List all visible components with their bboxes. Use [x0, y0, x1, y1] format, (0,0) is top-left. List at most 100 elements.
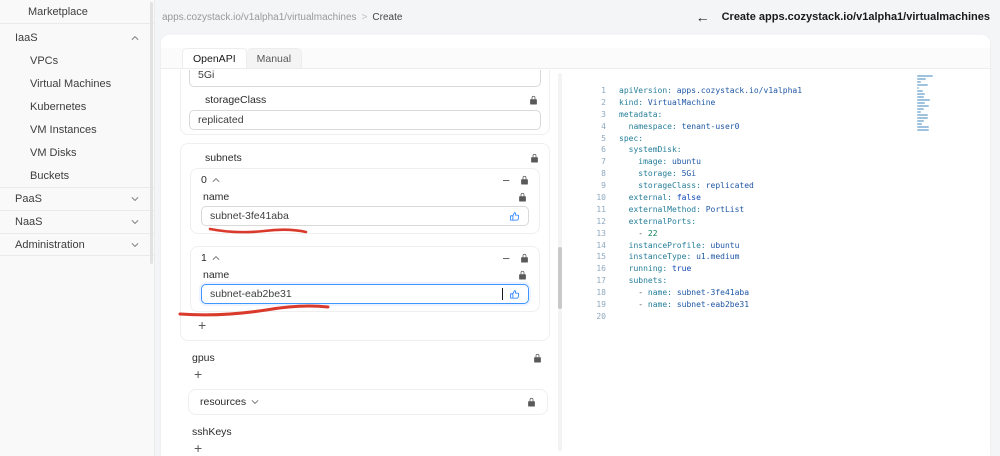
resources-collapse[interactable]: resources	[188, 389, 548, 415]
topbar: apps.cozystack.io/v1alpha1/virtualmachin…	[155, 0, 1000, 34]
sidebar-item-vm-disks[interactable]: VM Disks	[0, 141, 154, 164]
minimap-line	[917, 87, 919, 89]
name-field-row: name	[201, 268, 529, 281]
sidebar-scrollbar[interactable]	[150, 2, 153, 264]
subnet-item-index[interactable]: 1	[201, 252, 220, 264]
yaml-editor[interactable]: 1 apiVersion: apps.cozystack.io/v1alpha1 2…	[574, 71, 982, 455]
sidebar: Marketplace IaaS VPCs Virtual Machines Kuber…	[0, 0, 155, 456]
code-text: storageClass: replicated	[638, 181, 754, 191]
line-number: 10	[596, 193, 606, 203]
line-number: 19	[596, 300, 606, 310]
remove-item-button[interactable]: −	[502, 174, 510, 187]
minimap-line	[917, 78, 926, 80]
line-number: 1	[601, 86, 606, 95]
breadcrumb-current: Create	[372, 11, 403, 23]
code-text: running: true	[628, 264, 692, 274]
sidebar-item-kubernetes[interactable]: Kubernetes	[0, 95, 154, 118]
minimap-line	[917, 90, 923, 92]
form-scrollbar-thumb[interactable]	[558, 247, 562, 309]
minimap-line	[917, 81, 921, 83]
minimap-line	[917, 129, 929, 131]
sidebar-item-vpcs[interactable]: VPCs	[0, 49, 154, 72]
sshkeys-header: sshKeys	[188, 425, 544, 439]
add-gpu-button[interactable]: +	[194, 367, 208, 381]
sshkeys-label: sshKeys	[192, 426, 232, 438]
subnet-item-header: 1−	[201, 252, 529, 265]
line-number: 3	[601, 109, 606, 119]
line-number: 20	[596, 311, 606, 321]
sidebar-item-marketplace[interactable]: Marketplace	[0, 0, 154, 24]
code-line: 20	[586, 311, 982, 323]
input-value: 5Gi	[198, 70, 215, 81]
chevron-down-icon	[251, 398, 259, 406]
code-text: apiVersion: apps.cozystack.io/v1alpha1	[619, 86, 803, 95]
sidebar-item-naas[interactable]: NaaS	[0, 210, 154, 233]
storage-class-input[interactable]: replicated	[189, 110, 541, 130]
minimap-line	[917, 96, 924, 98]
minimap-line	[917, 111, 921, 113]
sidebar-item-iaas[interactable]: IaaS	[0, 26, 154, 49]
collapse-up-icon[interactable]	[212, 176, 220, 184]
code-line: 16 running: true	[586, 263, 982, 275]
add-subnet-button[interactable]: +	[198, 318, 212, 332]
name-field-row: name	[201, 190, 529, 203]
page-header: ← Create apps.cozystack.io/v1alpha1/virt…	[696, 10, 990, 24]
resources-label: resources	[200, 396, 247, 408]
line-number: 17	[596, 276, 606, 286]
tab-manual[interactable]: Manual	[246, 48, 303, 68]
input-value: subnet-eab2be31	[210, 288, 292, 300]
subnets-header: subnets	[190, 150, 540, 168]
line-number: 9	[601, 181, 606, 191]
minimap[interactable]	[917, 75, 935, 135]
lock-icon	[533, 353, 542, 363]
code-line: 11 externalMethod: PortList	[586, 204, 982, 216]
sidebar-item-vm-instances[interactable]: VM Instances	[0, 118, 154, 141]
sidebar-item-administration[interactable]: Administration	[0, 233, 154, 256]
minimap-line	[917, 75, 933, 77]
sidebar-item-label: Administration	[15, 238, 85, 251]
subnet-item-index[interactable]: 0	[201, 174, 220, 186]
minimap-line	[917, 102, 925, 104]
thumbs-up-icon[interactable]	[509, 289, 520, 300]
breadcrumb: apps.cozystack.io/v1alpha1/virtualmachin…	[162, 12, 402, 23]
line-number: 12	[596, 216, 606, 226]
gpus-label: gpus	[192, 352, 215, 364]
subnets-label: subnets	[205, 152, 242, 164]
line-number: 16	[596, 264, 606, 274]
sidebar-item-label: Virtual Machines	[30, 77, 112, 90]
sidebar-item-label: VM Instances	[30, 123, 97, 136]
chevron-up-icon	[131, 34, 139, 42]
sidebar-item-label: Marketplace	[28, 5, 88, 18]
sidebar-item-virtual-machines[interactable]: Virtual Machines	[0, 72, 154, 95]
line-number: 15	[596, 252, 606, 262]
code-line: 18 - name: subnet-3fe41aba	[586, 287, 982, 299]
line-number: 5	[601, 133, 606, 143]
minimap-line	[917, 93, 925, 95]
storage-class-row: storageClass	[189, 93, 541, 107]
sidebar-item-buckets[interactable]: Buckets	[0, 164, 154, 187]
collapse-up-icon[interactable]	[212, 254, 220, 262]
code-line: 8 storage: 5Gi	[586, 168, 982, 180]
tab-openapi[interactable]: OpenAPI	[182, 48, 247, 68]
thumbs-up-icon[interactable]	[509, 211, 520, 222]
line-number: 2	[601, 97, 606, 107]
remove-item-button[interactable]: −	[502, 252, 510, 265]
form-scrollbar[interactable]	[558, 73, 562, 451]
line-number: 7	[601, 157, 606, 167]
subnet-name-input[interactable]: subnet-eab2be31	[178, 284, 529, 317]
add-sshkey-button[interactable]: +	[194, 441, 208, 455]
subnet-name-input[interactable]: subnet-3fe41aba	[201, 206, 529, 234]
lock-icon	[530, 153, 539, 163]
create-form-card: OpenAPI Manual 5Gi storageClass replicat…	[161, 35, 990, 456]
storage-class-label: storageClass	[205, 94, 267, 106]
breadcrumb-path[interactable]: apps.cozystack.io/v1alpha1/virtualmachin…	[162, 12, 357, 23]
lock-icon	[520, 175, 529, 185]
gpus-section: gpus +	[188, 351, 544, 381]
storage-input[interactable]: 5Gi	[189, 70, 541, 87]
back-arrow-icon[interactable]: ←	[696, 10, 710, 24]
line-number: 18	[596, 288, 606, 298]
sshkeys-section: sshKeys +	[188, 425, 544, 455]
sidebar-item-paas[interactable]: PaaS	[0, 187, 154, 210]
minimap-line	[917, 117, 928, 119]
